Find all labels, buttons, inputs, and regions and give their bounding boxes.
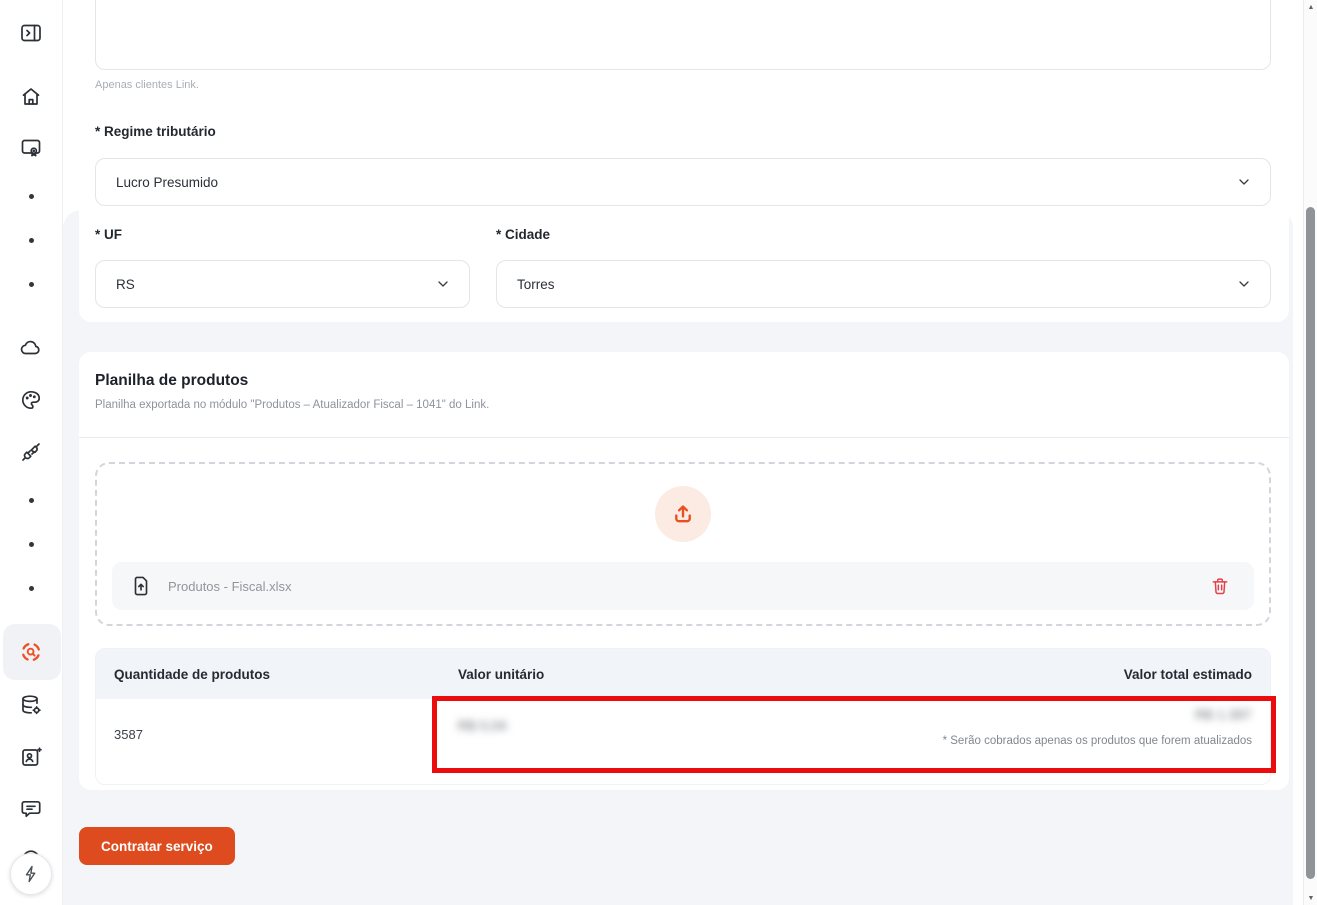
total-value-blurred: R$ 1.397 bbox=[943, 707, 1252, 722]
upload-icon[interactable] bbox=[655, 486, 711, 542]
chevron-down-icon bbox=[435, 276, 451, 292]
sidebar-dot-item[interactable] bbox=[29, 282, 34, 287]
delete-file-icon[interactable] bbox=[1210, 576, 1230, 596]
file-upload-icon bbox=[130, 575, 152, 597]
sidebar-dot-item[interactable] bbox=[29, 542, 34, 547]
regime-select[interactable]: Lucro Presumido bbox=[95, 158, 1271, 206]
cidade-value: Torres bbox=[517, 277, 555, 292]
chat-icon[interactable] bbox=[19, 797, 43, 821]
scrollbar-thumb[interactable] bbox=[1306, 207, 1315, 879]
products-table: Quantidade de produtos Valor unitário Va… bbox=[95, 648, 1271, 785]
cloud-icon[interactable] bbox=[19, 336, 43, 360]
section-divider bbox=[79, 437, 1289, 438]
contratar-servico-button[interactable]: Contratar serviço bbox=[79, 827, 235, 865]
uf-select[interactable]: RS bbox=[95, 260, 470, 308]
scroll-down-arrow-icon[interactable]: ▼ bbox=[1304, 895, 1317, 902]
scan-search-icon[interactable] bbox=[19, 640, 43, 664]
cidade-label: * Cidade bbox=[496, 227, 550, 242]
table-row: 3587 R$ 0,04 R$ 1.397 * Serão cobrados a… bbox=[96, 699, 1270, 785]
sidebar-dot-item[interactable] bbox=[29, 194, 34, 199]
billing-note: * Serão cobrados apenas os produtos que … bbox=[943, 735, 1252, 747]
plug-icon[interactable] bbox=[19, 440, 43, 464]
lightning-bolt-button[interactable] bbox=[10, 853, 52, 895]
uf-value: RS bbox=[116, 277, 135, 292]
database-gear-icon[interactable] bbox=[19, 693, 43, 717]
regime-label: * Regime tributário bbox=[95, 124, 216, 139]
cidade-select[interactable]: Torres bbox=[496, 260, 1271, 308]
sidebar bbox=[0, 0, 63, 905]
file-name: Produtos - Fiscal.xlsx bbox=[168, 562, 292, 610]
client-helper-text: Apenas clientes Link. bbox=[95, 79, 199, 91]
uf-label: * UF bbox=[95, 227, 122, 242]
chevron-down-icon bbox=[1236, 174, 1252, 190]
palette-icon[interactable] bbox=[19, 388, 43, 412]
client-input[interactable] bbox=[95, 0, 1271, 70]
quantity-value: 3587 bbox=[114, 727, 143, 742]
training-screen-icon[interactable] bbox=[19, 136, 43, 160]
sidebar-dot-item[interactable] bbox=[29, 498, 34, 503]
scrollbar[interactable]: ▲ ▼ bbox=[1303, 0, 1317, 905]
uploaded-file-row: Produtos - Fiscal.xlsx bbox=[112, 562, 1254, 610]
unit-value-blurred: R$ 0,04 bbox=[458, 718, 507, 733]
header-valor-total: Valor total estimado bbox=[1124, 649, 1252, 699]
contact-card-sparkle-icon[interactable] bbox=[19, 745, 43, 769]
planilha-title: Planilha de produtos bbox=[95, 372, 248, 390]
panel-toggle-icon[interactable] bbox=[19, 21, 43, 45]
home-icon[interactable] bbox=[19, 85, 43, 109]
table-header-row: Quantidade de produtos Valor unitário Va… bbox=[96, 649, 1270, 699]
scroll-up-arrow-icon[interactable]: ▲ bbox=[1304, 4, 1317, 11]
header-valor-unitario: Valor unitário bbox=[458, 649, 544, 699]
regime-value: Lucro Presumido bbox=[116, 175, 218, 190]
planilha-subtitle: Planilha exportada no módulo "Produtos –… bbox=[95, 399, 489, 411]
chevron-down-icon bbox=[1236, 276, 1252, 292]
header-quantidade: Quantidade de produtos bbox=[114, 649, 270, 699]
sidebar-dot-item[interactable] bbox=[29, 238, 34, 243]
sidebar-dot-item[interactable] bbox=[29, 586, 34, 591]
page-root: Apenas clientes Link. * Regime tributári… bbox=[0, 0, 1317, 905]
